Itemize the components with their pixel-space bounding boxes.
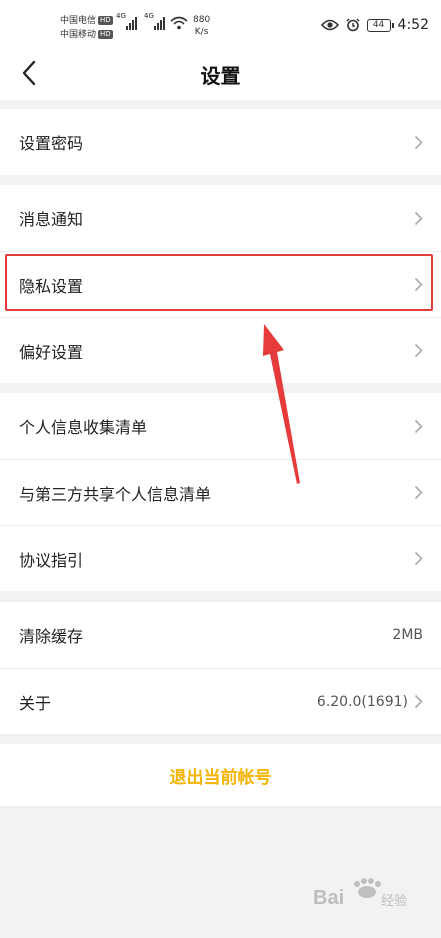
- row-notifications[interactable]: 消息通知: [0, 185, 441, 251]
- chevron-right-icon: [414, 277, 423, 292]
- chevron-right-icon: [414, 211, 423, 225]
- settings-group-4: 清除缓存 2MB 关于 6.20.0(1691): [0, 602, 441, 734]
- network-label: 4G: [116, 12, 126, 20]
- network-label: 4G: [144, 12, 154, 20]
- red-arrow-annotation: [263, 324, 300, 484]
- carrier-2: 中国移动: [60, 30, 97, 40]
- watermark-text: Bai: [313, 887, 344, 909]
- row-personal-info-list[interactable]: 个人信息收集清单: [0, 393, 441, 459]
- chevron-right-icon: [414, 694, 423, 709]
- settings-group-2: 消息通知 隐私设置 偏好设置: [0, 185, 441, 383]
- wifi-icon: [170, 16, 188, 30]
- battery-level: 44: [372, 19, 385, 30]
- nav-bar: 设置: [0, 46, 441, 100]
- row-label: 隐私设置: [19, 276, 84, 296]
- logout-button[interactable]: 退出当前帐号: [0, 744, 441, 806]
- status-right: 44 4:52: [320, 17, 429, 33]
- signal-icon: 4G: [116, 12, 137, 30]
- battery-icon: 44: [366, 18, 394, 32]
- hd-badge: HD: [98, 16, 113, 25]
- speed-unit: K/s: [194, 27, 209, 37]
- watermark-subtext: 经验: [381, 893, 407, 909]
- alarm-icon: [346, 18, 360, 32]
- signal-icon: 4G: [144, 12, 165, 30]
- chevron-right-icon: [414, 343, 423, 358]
- chevron-right-icon: [414, 135, 423, 149]
- hd-badge: HD: [98, 30, 113, 39]
- eye-icon: [320, 19, 339, 31]
- page-title: 设置: [200, 64, 241, 88]
- status-bar: 中国电信 HD 中国移动 HD 4G 4G 880 K/s 44 4:52: [0, 0, 441, 46]
- network-speed: 880 K/s: [193, 14, 210, 38]
- row-agreements[interactable]: 协议指引: [0, 525, 441, 591]
- speed-value: 880: [193, 15, 211, 25]
- carrier-info: 中国电信 HD 中国移动 HD: [60, 14, 113, 42]
- settings-group-3: 个人信息收集清单 与第三方共享个人信息清单 协议指引: [0, 393, 441, 591]
- baidu-watermark: Bai 经验: [313, 878, 407, 909]
- chevron-right-icon: [414, 485, 423, 500]
- row-label: 设置密码: [19, 134, 84, 153]
- row-preferences[interactable]: 偏好设置: [0, 317, 441, 383]
- row-clear-cache[interactable]: 清除缓存 2MB: [0, 602, 441, 668]
- row-label: 清除缓存: [19, 627, 84, 646]
- cache-size: 2MB: [392, 627, 423, 643]
- chevron-right-icon: [414, 419, 423, 433]
- row-label: 与第三方共享个人信息清单: [19, 484, 212, 504]
- row-label: 消息通知: [19, 210, 84, 229]
- row-label: 个人信息收集清单: [19, 418, 148, 437]
- version-number: 6.20.0(1691): [316, 693, 408, 710]
- row-third-party-sharing[interactable]: 与第三方共享个人信息清单: [0, 459, 441, 525]
- logout-label: 退出当前帐号: [169, 767, 272, 788]
- carrier-1: 中国电信: [60, 16, 97, 26]
- settings-group-1: 设置密码: [0, 109, 441, 175]
- chevron-right-icon: [414, 551, 423, 566]
- row-label: 关于: [19, 693, 52, 713]
- clock: 4:52: [397, 17, 429, 33]
- row-set-password[interactable]: 设置密码: [0, 109, 441, 175]
- row-label: 偏好设置: [19, 342, 84, 362]
- row-about[interactable]: 关于 6.20.0(1691): [0, 668, 441, 734]
- row-label: 协议指引: [19, 550, 84, 570]
- row-privacy-settings[interactable]: 隐私设置: [0, 251, 441, 317]
